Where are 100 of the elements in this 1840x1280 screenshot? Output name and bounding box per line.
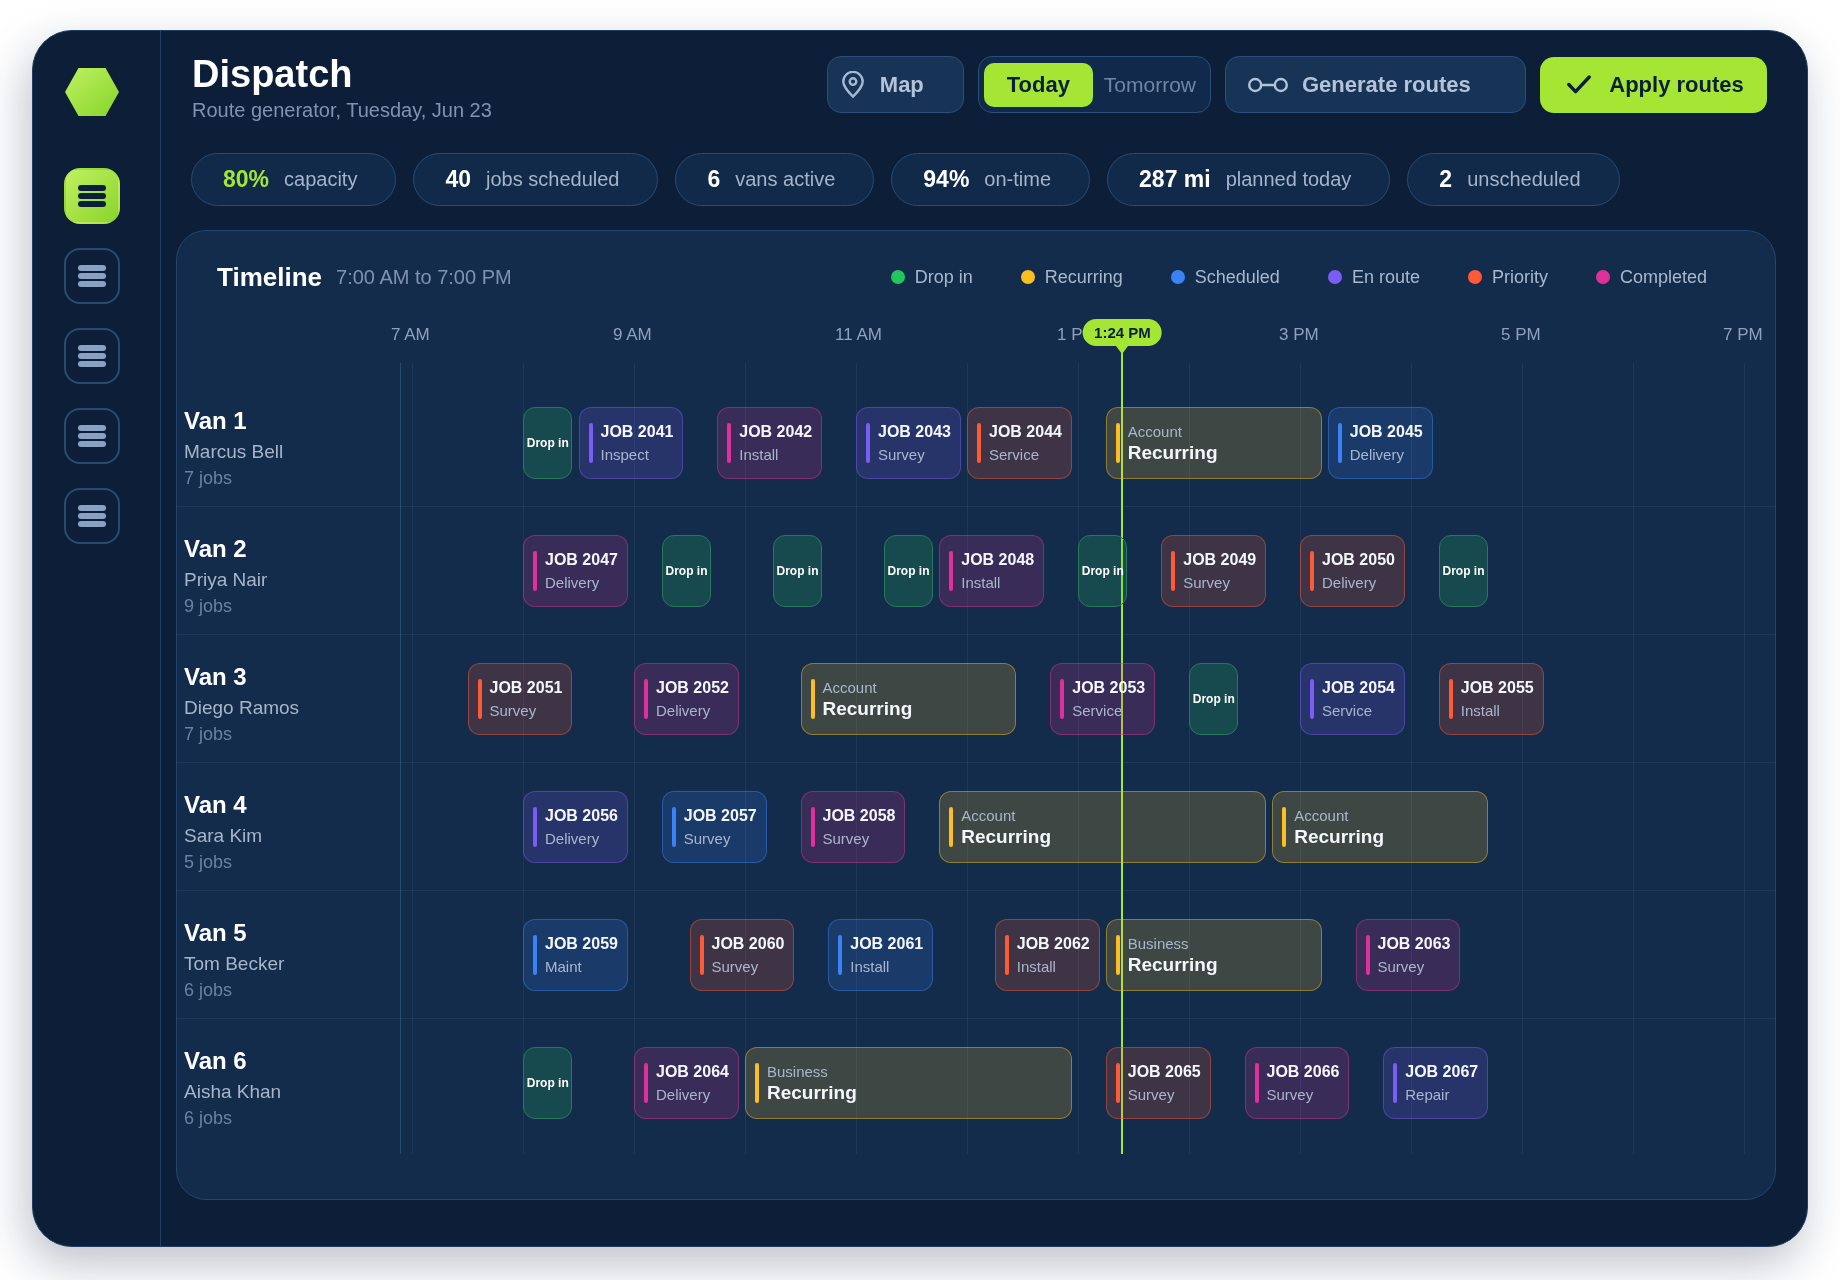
van-name: Van 2 xyxy=(184,534,248,563)
bars-icon xyxy=(77,345,106,367)
sidebar-nav-button[interactable] xyxy=(63,408,120,464)
job-block[interactable]: JOB 2043 Survey xyxy=(856,407,961,479)
job-block[interactable]: JOB 2058 Survey xyxy=(800,791,906,863)
day-tab[interactable]: Tomorrow xyxy=(1094,62,1205,107)
drop-in-block[interactable]: Drop in xyxy=(883,535,934,607)
job-title: JOB 2066 xyxy=(1266,1062,1340,1082)
job-type: Survey xyxy=(489,701,538,721)
job-block[interactable]: JOB 2067 Repair xyxy=(1383,1047,1489,1119)
drop-in-block[interactable]: Drop in xyxy=(772,535,823,607)
stat-label: planned today xyxy=(1225,168,1352,191)
legend-label: Priority xyxy=(1491,266,1548,288)
job-block[interactable]: JOB 2064 Delivery xyxy=(634,1047,739,1119)
job-block[interactable]: JOB 2062 Install xyxy=(994,919,1100,991)
job-type: Survey xyxy=(822,829,871,849)
job-title: JOB 2052 xyxy=(656,678,729,698)
job-block[interactable]: JOB 2052 Delivery xyxy=(634,663,739,735)
drop-in-block[interactable]: Drop in xyxy=(661,535,712,607)
day-tab[interactable]: Today xyxy=(983,62,1093,107)
job-title: JOB 2061 xyxy=(850,934,924,954)
driver-name: Tom Becker xyxy=(184,951,286,976)
driver-name: Sara Kim xyxy=(184,823,264,848)
recurring-block[interactable]: Account Recurring xyxy=(939,791,1267,863)
map-button[interactable]: Map xyxy=(826,56,964,113)
recurring-block[interactable]: Business Recurring xyxy=(1105,919,1322,991)
job-block[interactable]: JOB 2049 Survey xyxy=(1161,535,1267,607)
job-block[interactable]: JOB 2057 Survey xyxy=(661,791,767,863)
job-block[interactable]: JOB 2056 Delivery xyxy=(523,791,628,863)
apply-routes-button[interactable]: Apply routes xyxy=(1540,56,1767,113)
van-name: Van 5 xyxy=(184,918,248,947)
drop-in-block[interactable]: Drop in xyxy=(1189,663,1239,735)
time-tick-label: 11 AM xyxy=(835,325,882,345)
job-block[interactable]: JOB 2054 Service xyxy=(1300,663,1405,735)
job-title: JOB 2060 xyxy=(711,934,785,954)
sidebar-nav-button[interactable] xyxy=(63,248,120,304)
drop-in-block[interactable]: Drop in xyxy=(523,407,573,479)
job-block[interactable]: JOB 2063 Survey xyxy=(1355,919,1461,991)
sidebar-nav-button[interactable] xyxy=(63,168,120,224)
job-title: JOB 2043 xyxy=(878,422,951,442)
sidebar-nav-button[interactable] xyxy=(63,328,120,384)
drop-in-block[interactable]: Drop in xyxy=(1438,535,1489,607)
stat-label: vans active xyxy=(735,168,836,191)
job-type: Survey xyxy=(683,829,732,849)
legend-label: Drop in xyxy=(914,266,973,288)
job-block[interactable]: JOB 2066 Survey xyxy=(1244,1047,1350,1119)
driver-name: Aisha Khan xyxy=(184,1080,283,1104)
job-type: Delivery xyxy=(656,1085,712,1105)
generate-routes-button[interactable]: Generate routes xyxy=(1225,56,1526,113)
job-title: JOB 2041 xyxy=(600,422,674,442)
job-block[interactable]: JOB 2041 Inspect xyxy=(578,407,684,479)
job-title: JOB 2051 xyxy=(489,678,563,698)
job-type: Install xyxy=(1460,701,1501,721)
job-title: JOB 2044 xyxy=(989,422,1062,442)
route-icon xyxy=(1248,76,1288,93)
job-block[interactable]: JOB 2048 Install xyxy=(939,535,1045,607)
page-title: Dispatch xyxy=(192,52,354,96)
stat-value: 80% xyxy=(223,166,270,193)
timeline-range: 7:00 AM to 7:00 PM xyxy=(336,265,512,289)
recurring-block[interactable]: Account Recurring xyxy=(1105,407,1322,479)
recurring-category: Business xyxy=(1127,933,1190,953)
job-title: JOB 2047 xyxy=(545,550,618,570)
legend-label: Completed xyxy=(1619,266,1707,288)
job-block[interactable]: JOB 2055 Install xyxy=(1438,663,1544,735)
stat-value: 6 xyxy=(707,166,721,193)
recurring-category: Business xyxy=(767,1061,829,1081)
recurring-block[interactable]: Account Recurring xyxy=(800,663,1017,735)
job-count: 9 jobs xyxy=(184,594,234,617)
job-block[interactable]: JOB 2045 Delivery xyxy=(1327,407,1433,479)
stat-value: 287 mi xyxy=(1139,166,1211,193)
drop-in-block[interactable]: Drop in xyxy=(523,1047,573,1119)
job-block[interactable]: JOB 2042 Install xyxy=(717,407,823,479)
legend-label: Scheduled xyxy=(1194,266,1280,288)
timeline-title: Timeline xyxy=(217,261,322,293)
van-name: Van 6 xyxy=(184,1047,248,1075)
job-title: JOB 2064 xyxy=(656,1062,729,1082)
time-tick-label: 3 PM xyxy=(1279,325,1319,345)
job-type: Maint xyxy=(545,957,583,977)
job-block[interactable]: JOB 2065 Survey xyxy=(1105,1047,1211,1119)
job-block[interactable]: JOB 2059 Maint xyxy=(523,919,628,991)
job-block[interactable]: JOB 2060 Survey xyxy=(689,919,795,991)
recurring-block[interactable]: Account Recurring xyxy=(1272,791,1489,863)
job-title: JOB 2056 xyxy=(545,806,618,826)
job-block[interactable]: JOB 2051 Survey xyxy=(467,663,573,735)
job-type: Survey xyxy=(711,957,760,977)
job-type: Inspect xyxy=(600,445,650,465)
job-type: Delivery xyxy=(545,573,601,593)
job-type: Survey xyxy=(878,445,926,465)
job-block[interactable]: JOB 2047 Delivery xyxy=(523,535,628,607)
job-block[interactable]: JOB 2044 Service xyxy=(967,407,1072,479)
recurring-title: Recurring xyxy=(1294,824,1384,849)
recurring-block[interactable]: Business Recurring xyxy=(745,1047,1072,1119)
job-block[interactable]: JOB 2061 Install xyxy=(828,919,934,991)
sidebar-nav-button[interactable] xyxy=(63,488,120,544)
job-block[interactable]: JOB 2050 Delivery xyxy=(1300,535,1405,607)
recurring-title: Recurring xyxy=(961,824,1051,849)
job-type: Survey xyxy=(1127,1085,1176,1105)
stat-value: 40 xyxy=(445,166,471,193)
driver-name: Marcus Bell xyxy=(184,439,285,464)
time-tick-label: 9 AM xyxy=(613,325,652,345)
